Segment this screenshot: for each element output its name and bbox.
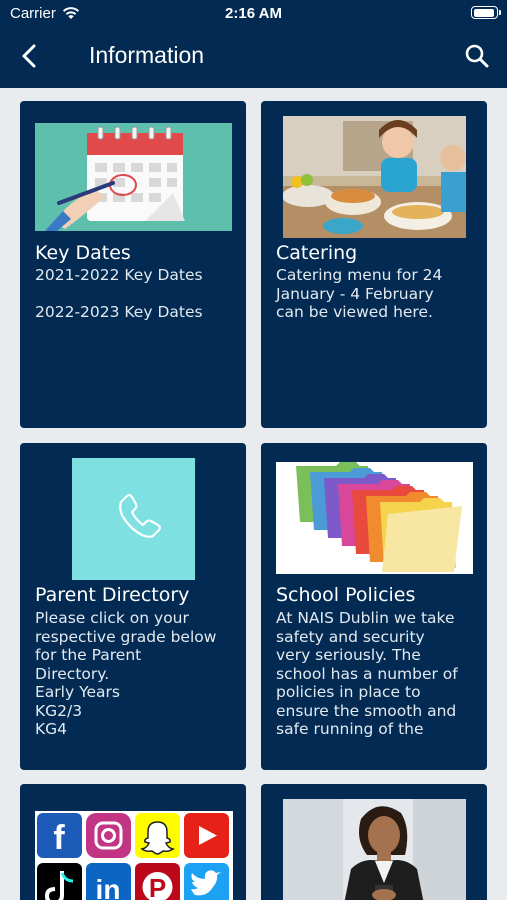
svg-text:in: in (96, 874, 121, 900)
card-description: At NAIS Dublin we take safety and securi… (276, 609, 458, 738)
back-button[interactable] (16, 42, 42, 70)
card-contact[interactable] (261, 784, 487, 900)
instagram-icon (86, 813, 131, 858)
search-icon[interactable] (464, 43, 490, 69)
card-parent-directory[interactable]: Parent Directory Please click on your re… (20, 443, 246, 770)
calendar-image (35, 123, 232, 231)
card-social-media[interactable]: f in P (20, 784, 246, 900)
twitter-icon (184, 863, 229, 900)
catering-photo (283, 116, 466, 238)
card-title: Parent Directory (35, 584, 190, 606)
social-icons-grid: f in P (35, 811, 233, 900)
svg-text:f: f (53, 819, 65, 857)
person-photo (283, 799, 466, 900)
page-title: Information (89, 42, 205, 68)
card-catering[interactable]: Catering Catering menu for 24 January - … (261, 101, 487, 428)
card-description: Catering menu for 24 January - 4 Februar… (276, 266, 443, 321)
card-description: Please click on your respective grade be… (35, 609, 217, 738)
card-title: Catering (276, 242, 358, 264)
phone-icon (119, 494, 161, 538)
top-bar: Carrier 2:16 AM Information (0, 0, 507, 88)
facebook-icon: f (37, 813, 82, 858)
card-title: School Policies (276, 584, 416, 606)
card-school-policies[interactable]: School Policies At NAIS Dublin we take s… (261, 443, 487, 770)
card-title: Key Dates (35, 242, 131, 264)
youtube-icon (184, 813, 229, 858)
svg-text:P: P (149, 873, 166, 900)
phone-image (72, 458, 195, 580)
tiktok-icon (37, 863, 82, 900)
pinterest-icon: P (135, 863, 180, 900)
folders-image (276, 462, 473, 574)
snapchat-icon (135, 813, 180, 858)
battery-icon (471, 6, 501, 19)
linkedin-icon: in (86, 863, 131, 900)
card-key-dates[interactable]: Key Dates 2021-2022 Key Dates 2022-2023 … (20, 101, 246, 428)
status-time: 2:16 AM (225, 5, 282, 22)
status-bar: Carrier 2:16 AM (0, 0, 507, 30)
link-2021-2022-key-dates[interactable]: 2021-2022 Key Dates (35, 266, 238, 285)
link-2022-2023-key-dates[interactable]: 2022-2023 Key Dates (35, 303, 238, 322)
